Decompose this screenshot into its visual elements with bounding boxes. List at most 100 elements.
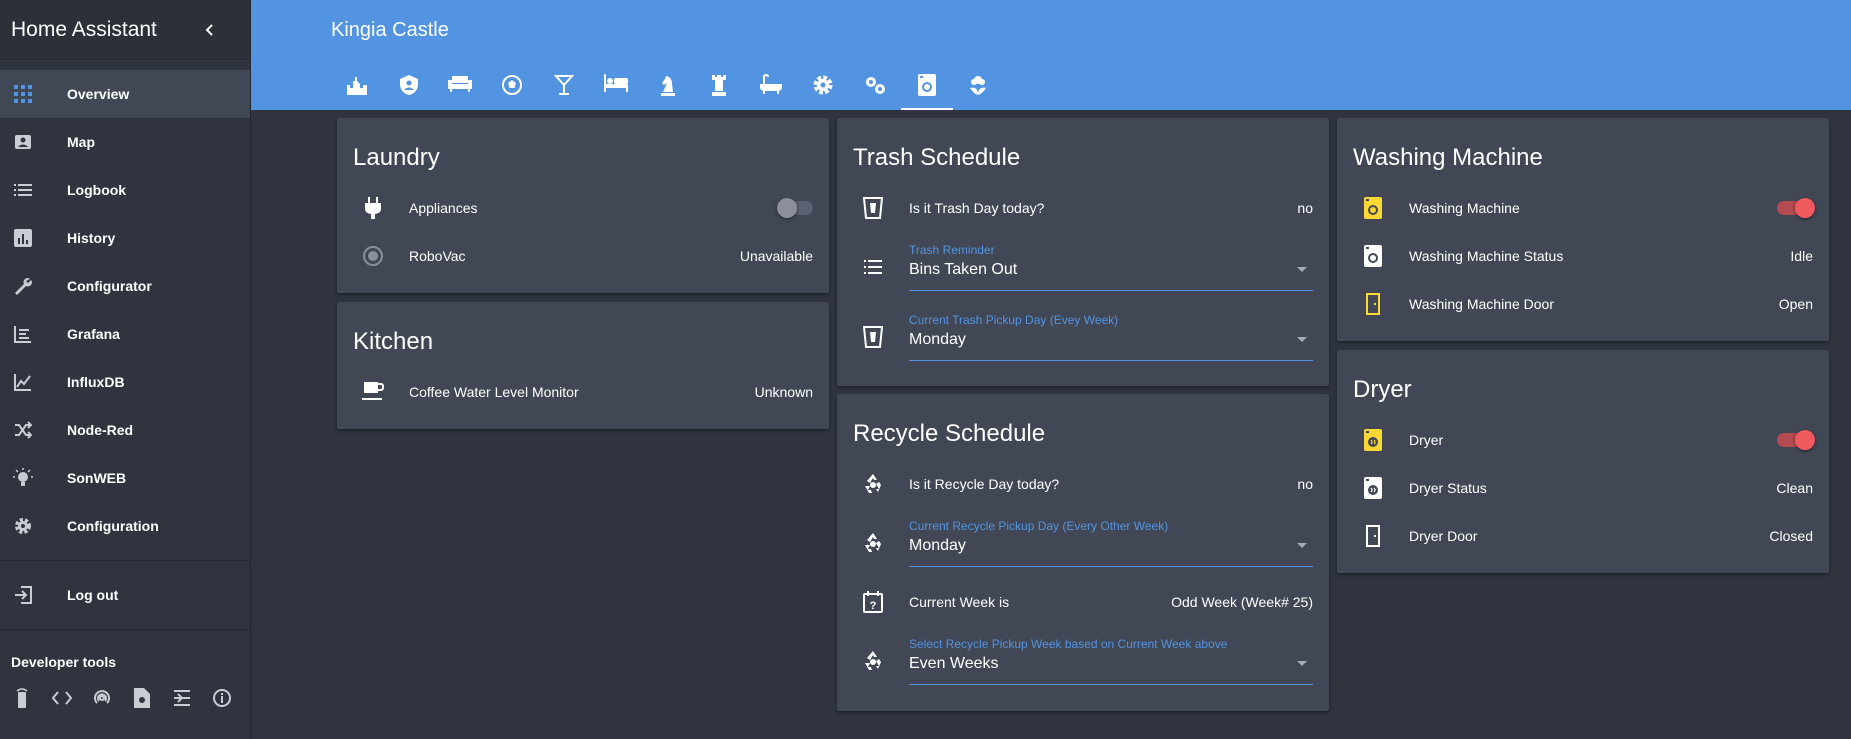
kitchen-card: Kitchen Coffee Water Level Monitor Unkno… <box>337 302 829 429</box>
tab-castle[interactable] <box>331 64 383 110</box>
sidebar-item-label: SonWEB <box>67 470 127 486</box>
tab-bedroom[interactable] <box>590 64 642 110</box>
chevron-left-icon[interactable] <box>200 20 220 40</box>
map-icon <box>11 130 35 154</box>
robot-vacuum-icon <box>353 236 393 276</box>
appliances-toggle[interactable] <box>777 198 813 218</box>
recycle-week-select-row: Select Recycle Pickup Week based on Curr… <box>837 626 1329 696</box>
entity-state: Odd Week (Week# 25) <box>1171 594 1313 610</box>
sidebar-item-map[interactable]: Map <box>0 118 250 166</box>
sidebar-item-label: Logbook <box>67 182 127 198</box>
coffee-icon <box>353 372 393 412</box>
grafana-icon <box>11 322 35 346</box>
tab-settings[interactable] <box>797 64 849 110</box>
chess-knight-icon <box>660 74 676 101</box>
tumble-dryer-icon <box>1353 420 1393 460</box>
tab-living[interactable] <box>435 64 487 110</box>
entity-name: Dryer Status <box>1409 480 1487 496</box>
recycle-icon <box>853 523 893 563</box>
shield-icon <box>399 74 419 101</box>
code-icon[interactable] <box>48 684 76 712</box>
recycle-day-row: Is it Recycle Day today? no <box>837 460 1329 508</box>
tab-bar[interactable] <box>538 64 590 110</box>
calendar-question-icon: ? <box>853 582 893 622</box>
sidebar-item-logout[interactable]: Log out <box>0 571 250 619</box>
sidebar-item-sonweb[interactable]: SonWEB <box>0 454 250 502</box>
gear-icon <box>11 514 35 538</box>
trash-pickup-select[interactable]: Current Trash Pickup Day (Evey Week) Mon… <box>909 313 1313 361</box>
chess-rook-icon <box>711 74 727 101</box>
sidebar-item-label: Configuration <box>67 518 159 534</box>
sidebar-item-label: History <box>67 230 116 246</box>
developer-tools <box>0 678 250 718</box>
recycle-pickup-select[interactable]: Current Recycle Pickup Day (Every Other … <box>909 519 1313 567</box>
select-label: Trash Reminder <box>909 243 995 257</box>
entity-name: Dryer <box>1409 432 1444 448</box>
sidebar-item-configurator[interactable]: Configurator <box>0 262 250 310</box>
entity-name: Appliances <box>409 200 478 216</box>
divider <box>0 629 250 630</box>
select-label: Current Trash Pickup Day (Evey Week) <box>909 313 1119 327</box>
sidebar-item-label: Log out <box>67 587 119 603</box>
tab-tower[interactable] <box>694 64 746 110</box>
tab-laundry[interactable] <box>900 64 953 110</box>
sidebar-item-overview[interactable]: Overview <box>0 70 250 118</box>
sidebar-item-influxdb[interactable]: InfluxDB <box>0 358 250 406</box>
tab-bathroom[interactable] <box>745 64 797 110</box>
sofa-icon <box>448 74 473 97</box>
dropdown-arrow-icon <box>1297 337 1307 342</box>
card-title: Washing Machine <box>1353 144 1543 171</box>
sidebar-item-logbook[interactable]: Logbook <box>0 166 250 214</box>
laundry-card: Laundry Appliances RoboVac Unavailable <box>337 118 829 293</box>
trash-reminder-select[interactable]: Trash Reminder Bins Taken Out <box>909 243 1313 291</box>
top-bar: Kingia Castle <box>251 0 1851 110</box>
template-icon[interactable] <box>168 684 196 712</box>
card-title: Kitchen <box>353 328 434 355</box>
dropdown-arrow-icon <box>1297 543 1307 548</box>
entity-state: Open <box>1778 296 1813 312</box>
soccer-icon <box>501 74 523 101</box>
file-icon[interactable] <box>128 684 156 712</box>
logbook-icon <box>11 178 35 202</box>
entity-state: Unknown <box>754 384 813 400</box>
washing-machine-toggle[interactable] <box>1777 198 1815 218</box>
card-title: Recycle Schedule <box>853 420 1046 447</box>
recycle-pickup-row: Current Recycle Pickup Day (Every Other … <box>837 508 1329 578</box>
sidebar-item-grafana[interactable]: Grafana <box>0 310 250 358</box>
logout-icon <box>11 583 35 607</box>
info-icon[interactable] <box>208 684 236 712</box>
select-value: Monday <box>909 331 966 348</box>
grid-icon <box>11 82 35 106</box>
card-title: Trash Schedule <box>853 144 1021 171</box>
broadcast-icon[interactable] <box>88 684 116 712</box>
tab-sports[interactable] <box>486 64 538 110</box>
format-list-icon <box>853 247 893 287</box>
trash-can-icon <box>853 317 893 357</box>
sidebar-item-configuration[interactable]: Configuration <box>0 502 250 550</box>
divider <box>0 560 250 561</box>
sidebar-item-node-red[interactable]: Node-Red <box>0 406 250 454</box>
current-week-row: ? Current Week is Odd Week (Week# 25) <box>837 578 1329 626</box>
app-title: Home Assistant <box>11 17 157 41</box>
card-title: Laundry <box>353 144 440 171</box>
washing-machine-icon <box>1353 188 1393 228</box>
washing-machine-card: Washing Machine Washing Machine Washing … <box>1337 118 1829 341</box>
sidebar-item-history[interactable]: History <box>0 214 250 262</box>
entity-state: Idle <box>1790 248 1813 264</box>
tab-security[interactable] <box>383 64 435 110</box>
recycle-week-select[interactable]: Select Recycle Pickup Week based on Curr… <box>909 637 1313 685</box>
sidebar-item-label: Map <box>67 134 95 150</box>
history-icon <box>11 226 35 250</box>
entity-state: no <box>1297 200 1313 216</box>
entity-state: Clean <box>1776 480 1813 496</box>
remote-icon[interactable] <box>8 684 36 712</box>
sidebar-header: Home Assistant <box>0 0 250 60</box>
tab-automation[interactable] <box>849 64 901 110</box>
dropdown-arrow-icon <box>1297 661 1307 666</box>
tab-garden[interactable] <box>953 64 1005 110</box>
trash-can-icon <box>853 188 893 228</box>
lightbulb-icon <box>11 466 35 490</box>
entity-name: Washing Machine Status <box>1409 248 1564 264</box>
dryer-toggle[interactable] <box>1777 430 1815 450</box>
tab-chess[interactable] <box>642 64 694 110</box>
